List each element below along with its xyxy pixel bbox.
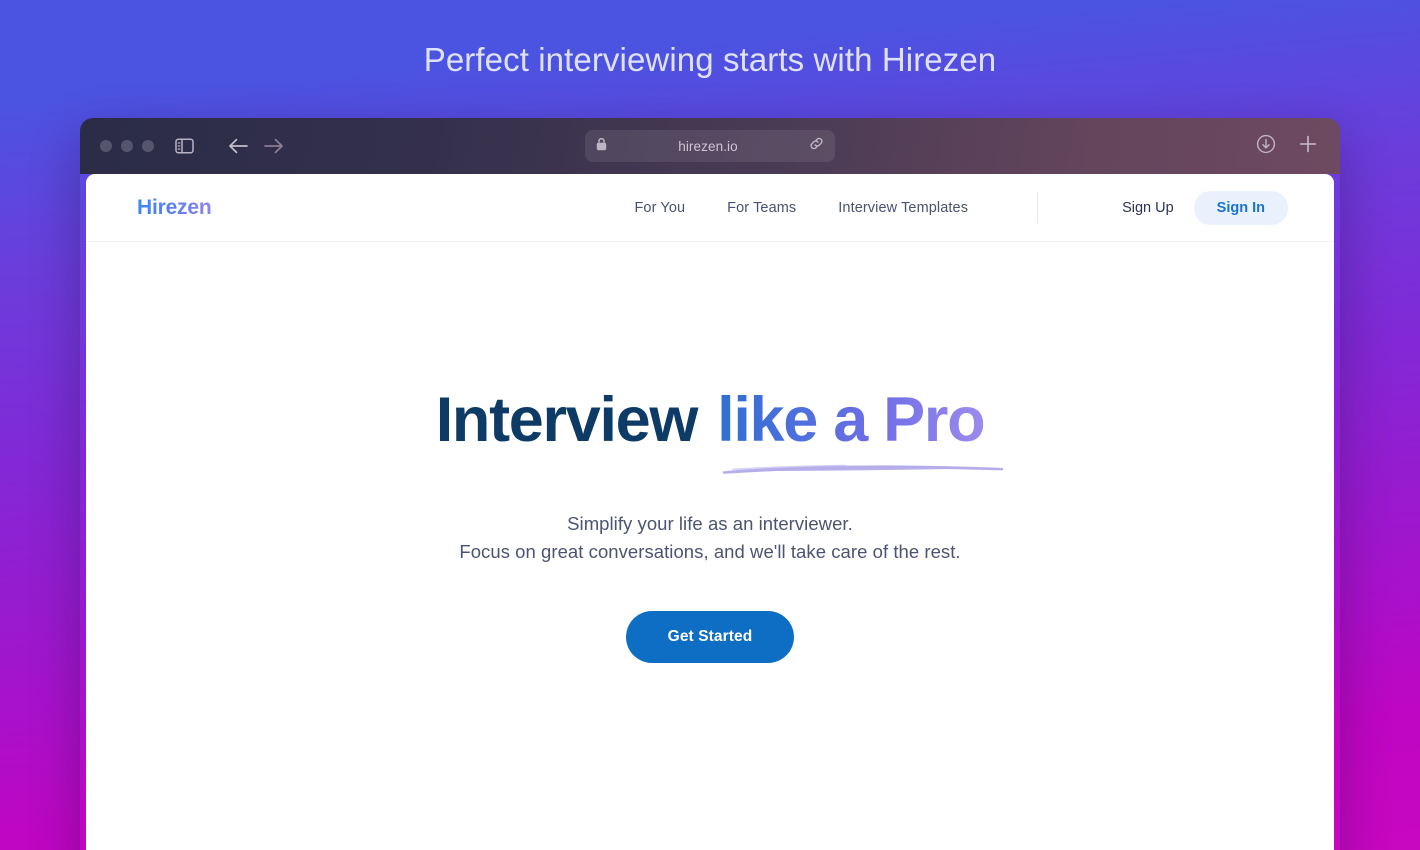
sign-in-button[interactable]: Sign In	[1193, 190, 1288, 225]
auth-group: Sign Up Sign In	[1108, 190, 1288, 225]
arrow-right-icon[interactable]	[263, 137, 284, 155]
promo-headline: Perfect interviewing starts with Hirezen	[423, 41, 997, 78]
nav-link-for-you[interactable]: For You	[634, 200, 685, 216]
nav-link-interview-templates[interactable]: Interview Templates	[838, 200, 968, 216]
browser-nav-arrows	[228, 137, 284, 155]
download-icon[interactable]	[1256, 134, 1276, 159]
hero-headline: Interview like a Pro	[86, 389, 1334, 474]
sign-up-link[interactable]: Sign Up	[1108, 192, 1188, 224]
site-logo[interactable]: Hirezen	[137, 196, 212, 220]
site-nav: Hirezen For You For Teams Interview Temp…	[86, 174, 1334, 242]
plus-icon[interactable]	[1298, 134, 1318, 159]
url-bar[interactable]: hirezen.io	[585, 130, 835, 162]
hero-section: Interview like a Pro Simplify your life a…	[86, 242, 1334, 664]
site-nav-links: For You For Teams Interview Templates Si…	[634, 190, 1288, 225]
site-panel: Hirezen For You For Teams Interview Temp…	[86, 174, 1334, 850]
nav-divider	[1037, 192, 1039, 223]
headline-part-primary: Interview	[435, 385, 699, 455]
hero-subtitle-line-2: Focus on great conversations, and we'll …	[459, 541, 961, 563]
sidebar-toggle-icon[interactable]	[175, 138, 194, 154]
page-root: Perfect interviewing starts with Hirezen	[0, 0, 1420, 850]
maximize-dot[interactable]	[142, 140, 154, 152]
browser-window: hirezen.io Hirezen For You For Teams Int…	[80, 118, 1340, 850]
link-icon[interactable]	[809, 136, 824, 156]
browser-toolbar: hirezen.io	[80, 118, 1340, 174]
hero-subtitle: Simplify your life as an interviewer. Fo…	[86, 510, 1334, 566]
lock-icon	[596, 137, 607, 156]
arrow-left-icon[interactable]	[228, 137, 249, 155]
minimize-dot[interactable]	[121, 140, 133, 152]
url-text: hirezen.io	[678, 138, 738, 154]
toolbar-right-icons	[1256, 134, 1318, 159]
close-dot[interactable]	[100, 140, 112, 152]
headline-underline-stroke	[722, 464, 1004, 474]
headline-accent-text: like a Pro	[717, 385, 985, 455]
headline-part-accent: like a Pro	[717, 389, 1004, 474]
hero-subtitle-line-1: Simplify your life as an interviewer.	[567, 513, 853, 534]
traffic-lights	[100, 140, 154, 152]
get-started-button[interactable]: Get Started	[625, 611, 795, 664]
nav-link-for-teams[interactable]: For Teams	[727, 200, 796, 216]
